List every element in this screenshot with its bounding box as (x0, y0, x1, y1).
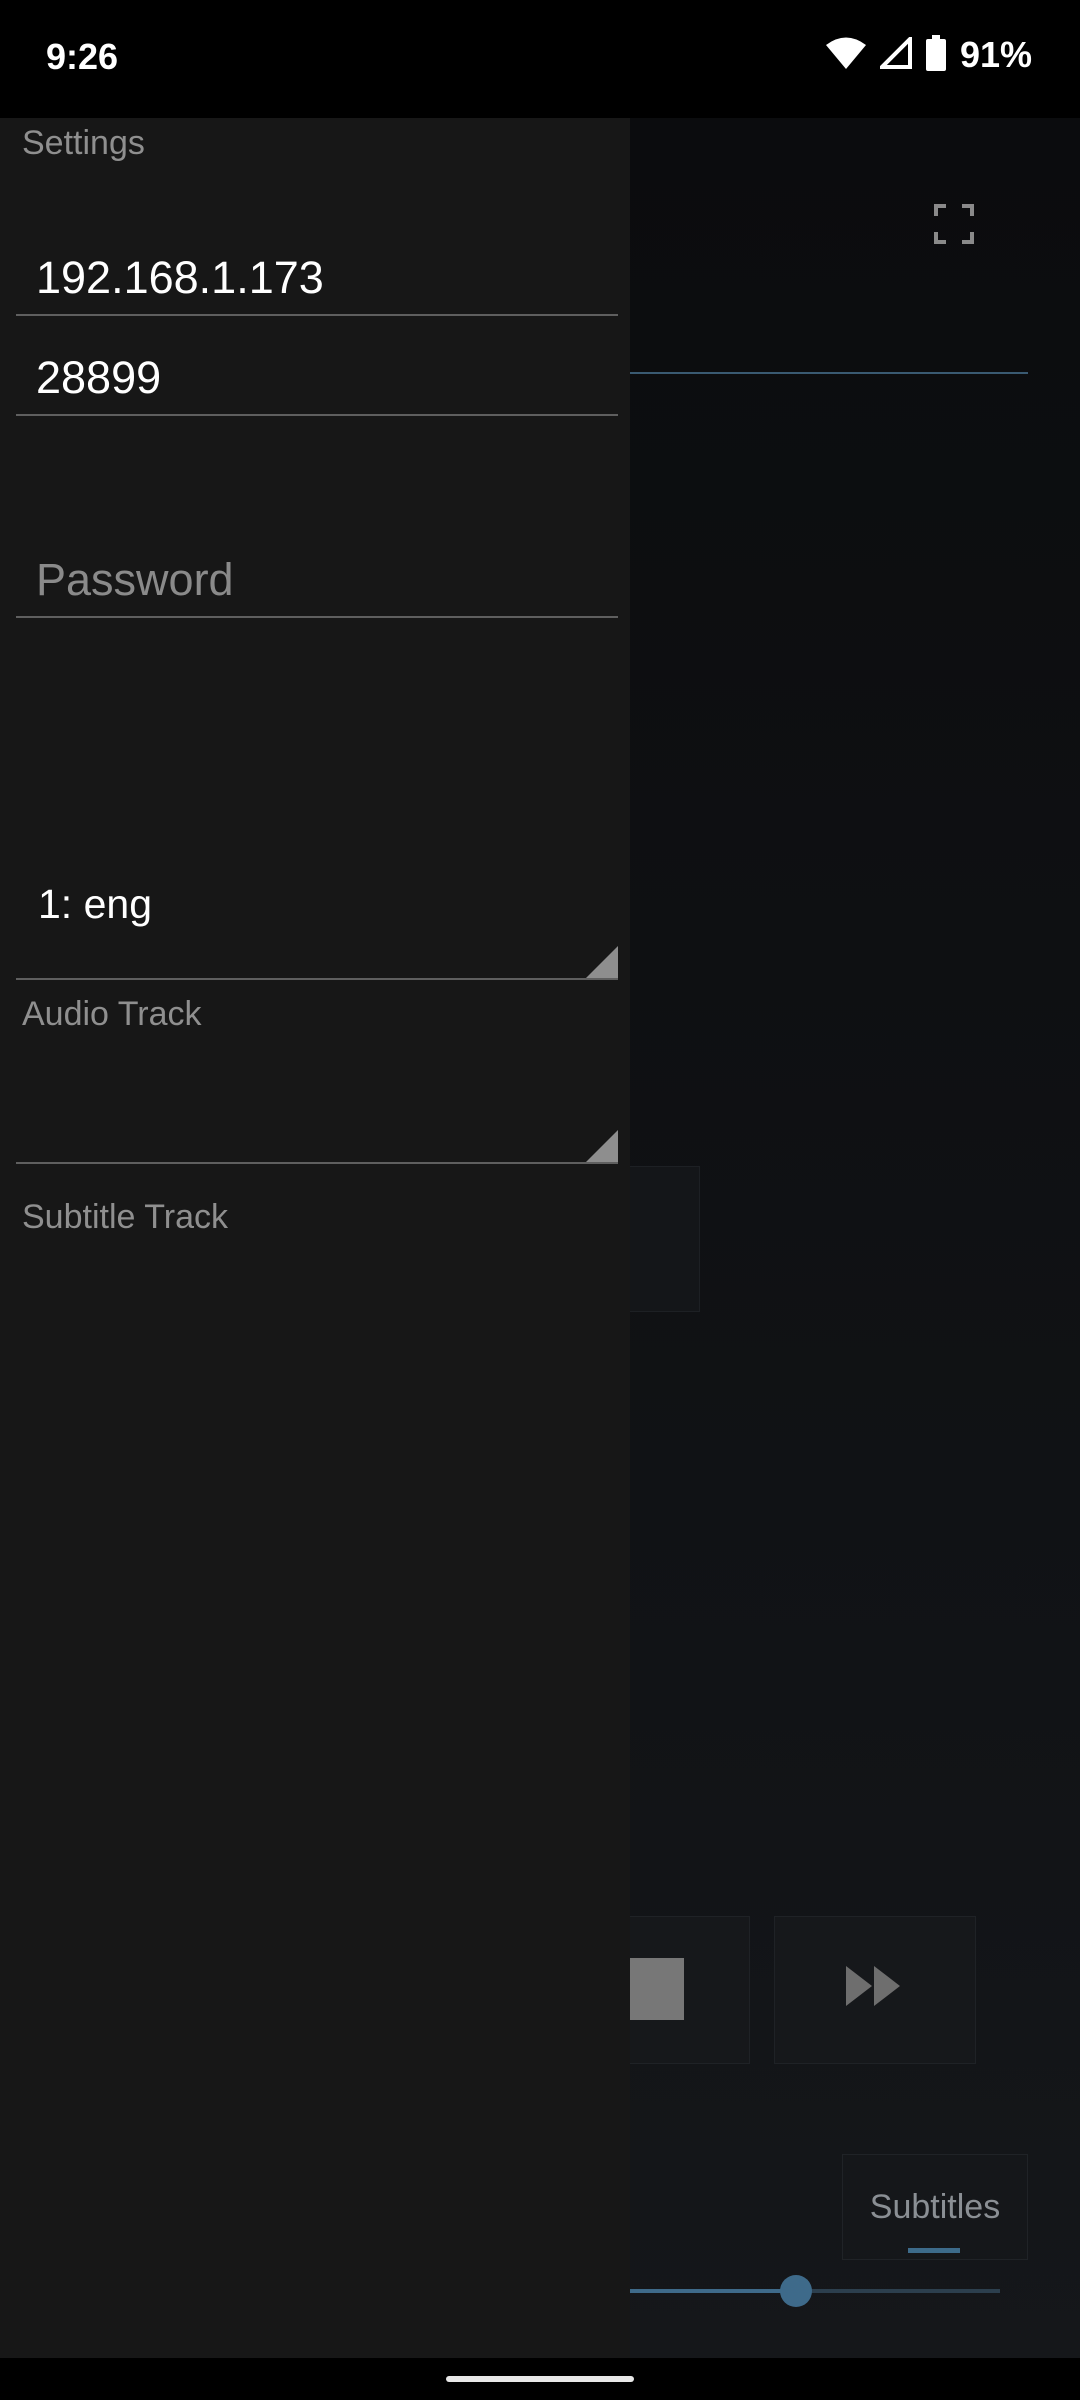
status-bar: 9:26 91% (0, 0, 1080, 118)
status-icons: 91% (825, 33, 1032, 76)
background-panel (620, 1166, 700, 1312)
background-divider (630, 372, 1028, 374)
battery-percent: 91% (959, 34, 1032, 75)
subtitles-indicator (908, 2248, 960, 2253)
cell-signal-icon (877, 33, 912, 74)
home-gesture-handle[interactable] (446, 2376, 634, 2382)
host-field[interactable] (16, 224, 618, 316)
subtitles-button[interactable]: Subtitles (842, 2154, 1028, 2260)
port-input[interactable] (36, 352, 596, 404)
dropdown-arrow-icon (586, 1130, 618, 1162)
seek-progress (630, 2289, 795, 2293)
password-field[interactable] (16, 526, 618, 618)
wifi-icon (825, 36, 866, 75)
subtitle-track-spinner[interactable] (16, 1048, 618, 1164)
stop-icon (626, 1958, 684, 2020)
status-time: 9:26 (46, 36, 119, 77)
fullscreen-icon[interactable] (934, 204, 974, 244)
subtitle-track-label: Subtitle Track (22, 1198, 228, 1236)
fast-forward-icon (844, 1964, 904, 2013)
password-input[interactable] (36, 554, 596, 606)
audio-track-spinner[interactable]: 1: eng (16, 858, 618, 980)
dropdown-arrow-icon (586, 946, 618, 978)
audio-track-value: 1: eng (38, 881, 152, 927)
host-input[interactable] (36, 252, 596, 304)
port-field[interactable] (16, 324, 618, 416)
settings-drawer: Settings 1: eng Audio Track Subtitle Tra… (0, 118, 630, 2358)
seek-thumb[interactable] (780, 2275, 812, 2307)
battery-icon (925, 34, 946, 76)
drawer-title: Settings (22, 124, 145, 162)
audio-track-label: Audio Track (22, 995, 202, 1033)
